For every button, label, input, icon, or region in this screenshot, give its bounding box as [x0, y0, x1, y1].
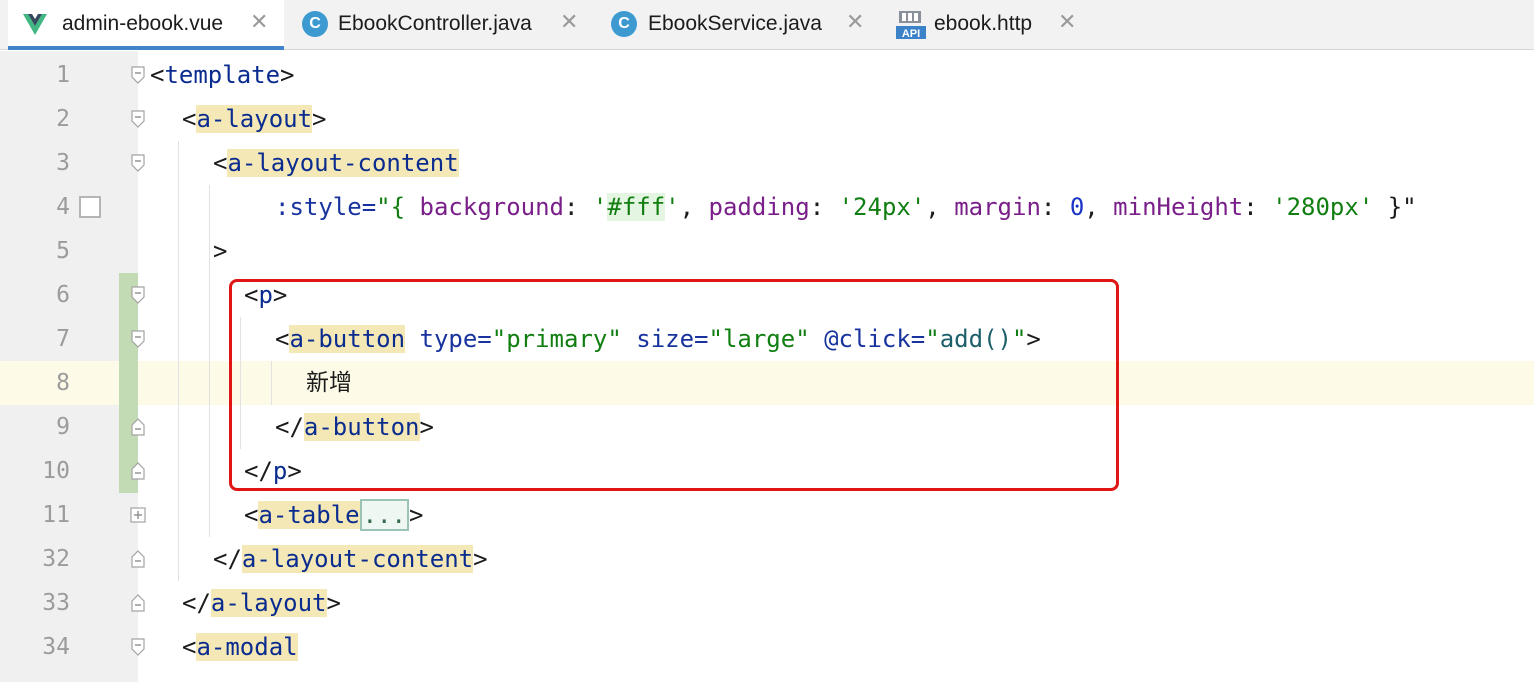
tag-bracket: <	[182, 105, 197, 133]
punctuation: :	[1040, 193, 1070, 221]
tab-label: ebook.http	[934, 12, 1033, 35]
fold-close-icon[interactable]	[129, 418, 147, 436]
tab-label: admin-ebook.vue	[62, 12, 224, 35]
tag-name: template	[164, 61, 281, 89]
folded-region-placeholder[interactable]: ...	[359, 499, 409, 531]
highlight-annotation-box	[229, 279, 1119, 491]
vcs-change-marker	[119, 273, 138, 493]
fold-open-icon[interactable]	[129, 66, 147, 84]
editor-tab-bar: admin-ebook.vue ✕ C EbookController.java…	[0, 0, 1534, 50]
class-icon: C	[611, 11, 637, 37]
line-number: 8	[56, 370, 70, 396]
fold-open-icon[interactable]	[129, 638, 147, 656]
tag-bracket: >	[408, 501, 424, 529]
code-line-5: >	[213, 229, 227, 273]
bookmark-checkbox[interactable]	[79, 196, 101, 218]
vue-icon	[23, 14, 47, 35]
tag-bracket: <	[182, 633, 197, 661]
line-number: 33	[42, 590, 70, 616]
tag-name: a-layout	[196, 105, 313, 133]
code-line-2: <a-layout>	[182, 97, 327, 141]
attribute-name: :style=	[275, 193, 377, 221]
line-number: 9	[56, 414, 70, 440]
css-property: margin	[954, 193, 1041, 221]
fold-close-icon[interactable]	[129, 594, 147, 612]
code-line-3: <a-layout-content	[213, 141, 459, 185]
string-quote: "{	[376, 193, 420, 221]
indent-guide	[178, 141, 179, 581]
tag-name: a-table	[258, 501, 360, 529]
close-icon[interactable]: ✕	[250, 10, 268, 35]
line-number: 10	[42, 458, 70, 484]
fold-open-icon[interactable]	[129, 330, 147, 348]
tag-name: a-layout	[210, 589, 327, 617]
line-number: 7	[56, 326, 70, 352]
tag-bracket: >	[473, 545, 488, 573]
tag-bracket: >	[326, 589, 341, 617]
line-number: 34	[42, 634, 70, 660]
tag-bracket: <	[244, 501, 259, 529]
string-quote: }"	[1373, 193, 1417, 221]
tab-ebook-http[interactable]: API ebook.http ✕	[882, 0, 1092, 49]
string-quote: '	[665, 193, 680, 221]
punctuation: :	[564, 193, 593, 221]
line-number: 5	[56, 238, 70, 264]
css-property: minHeight	[1113, 193, 1244, 221]
tag-bracket: </	[182, 589, 211, 617]
line-number: 2	[56, 106, 70, 132]
code-line-4: :style="{ background: '#fff', padding: '…	[275, 185, 1417, 229]
tab-admin-ebook-vue[interactable]: admin-ebook.vue ✕	[8, 0, 284, 50]
class-icon: C	[302, 11, 328, 37]
css-property: background	[419, 193, 565, 221]
line-number: 6	[56, 282, 70, 308]
close-icon[interactable]: ✕	[560, 10, 578, 35]
fold-close-icon[interactable]	[129, 462, 147, 480]
code-line-33: </a-layout>	[182, 581, 341, 625]
close-icon[interactable]: ✕	[1058, 10, 1076, 35]
tab-label: EbookController.java	[338, 12, 532, 35]
close-icon[interactable]: ✕	[846, 10, 864, 35]
tag-bracket: >	[312, 105, 327, 133]
tag-name: a-modal	[196, 633, 298, 661]
tag-bracket: <	[150, 61, 165, 89]
string-value: '280px'	[1272, 193, 1374, 221]
fold-open-icon[interactable]	[129, 110, 147, 128]
tag-name: a-layout-content	[241, 545, 474, 573]
tag-bracket: >	[280, 61, 295, 89]
line-number: 32	[42, 546, 70, 572]
string-value: '24px'	[838, 193, 926, 221]
string-quote: '	[592, 193, 608, 221]
line-number: 1	[56, 62, 70, 88]
code-line-11: <a-table... >	[244, 493, 423, 537]
fold-open-icon[interactable]	[129, 154, 147, 172]
indent-guide	[209, 185, 210, 537]
punctuation: ,	[1084, 193, 1114, 221]
punctuation: :	[809, 193, 839, 221]
punctuation: :	[1243, 193, 1273, 221]
fold-expand-icon[interactable]	[129, 506, 147, 524]
tab-ebook-service-java[interactable]: C EbookService.java ✕	[592, 0, 882, 49]
line-number: 11	[42, 502, 70, 528]
number-value: 0	[1069, 193, 1085, 221]
api-icon-text: API	[902, 28, 920, 39]
fold-open-icon[interactable]	[129, 286, 147, 304]
punctuation: ,	[679, 193, 709, 221]
code-line-32: </a-layout-content>	[213, 537, 488, 581]
api-icon: API	[896, 11, 926, 39]
tab-ebook-controller-java[interactable]: C EbookController.java ✕	[286, 0, 592, 49]
punctuation: ,	[925, 193, 955, 221]
color-value: #fff	[607, 193, 666, 221]
fold-close-icon[interactable]	[129, 550, 147, 568]
tag-name: a-layout-content	[227, 149, 459, 177]
tag-bracket: </	[213, 545, 242, 573]
line-number: 3	[56, 150, 70, 176]
line-number: 4	[56, 194, 70, 220]
code-line-1: <template>	[150, 53, 295, 97]
css-property: padding	[708, 193, 810, 221]
tab-label: EbookService.java	[648, 12, 822, 35]
tag-bracket: <	[213, 149, 228, 177]
code-line-34: <a-modal	[182, 625, 298, 669]
tag-bracket: >	[213, 237, 228, 265]
